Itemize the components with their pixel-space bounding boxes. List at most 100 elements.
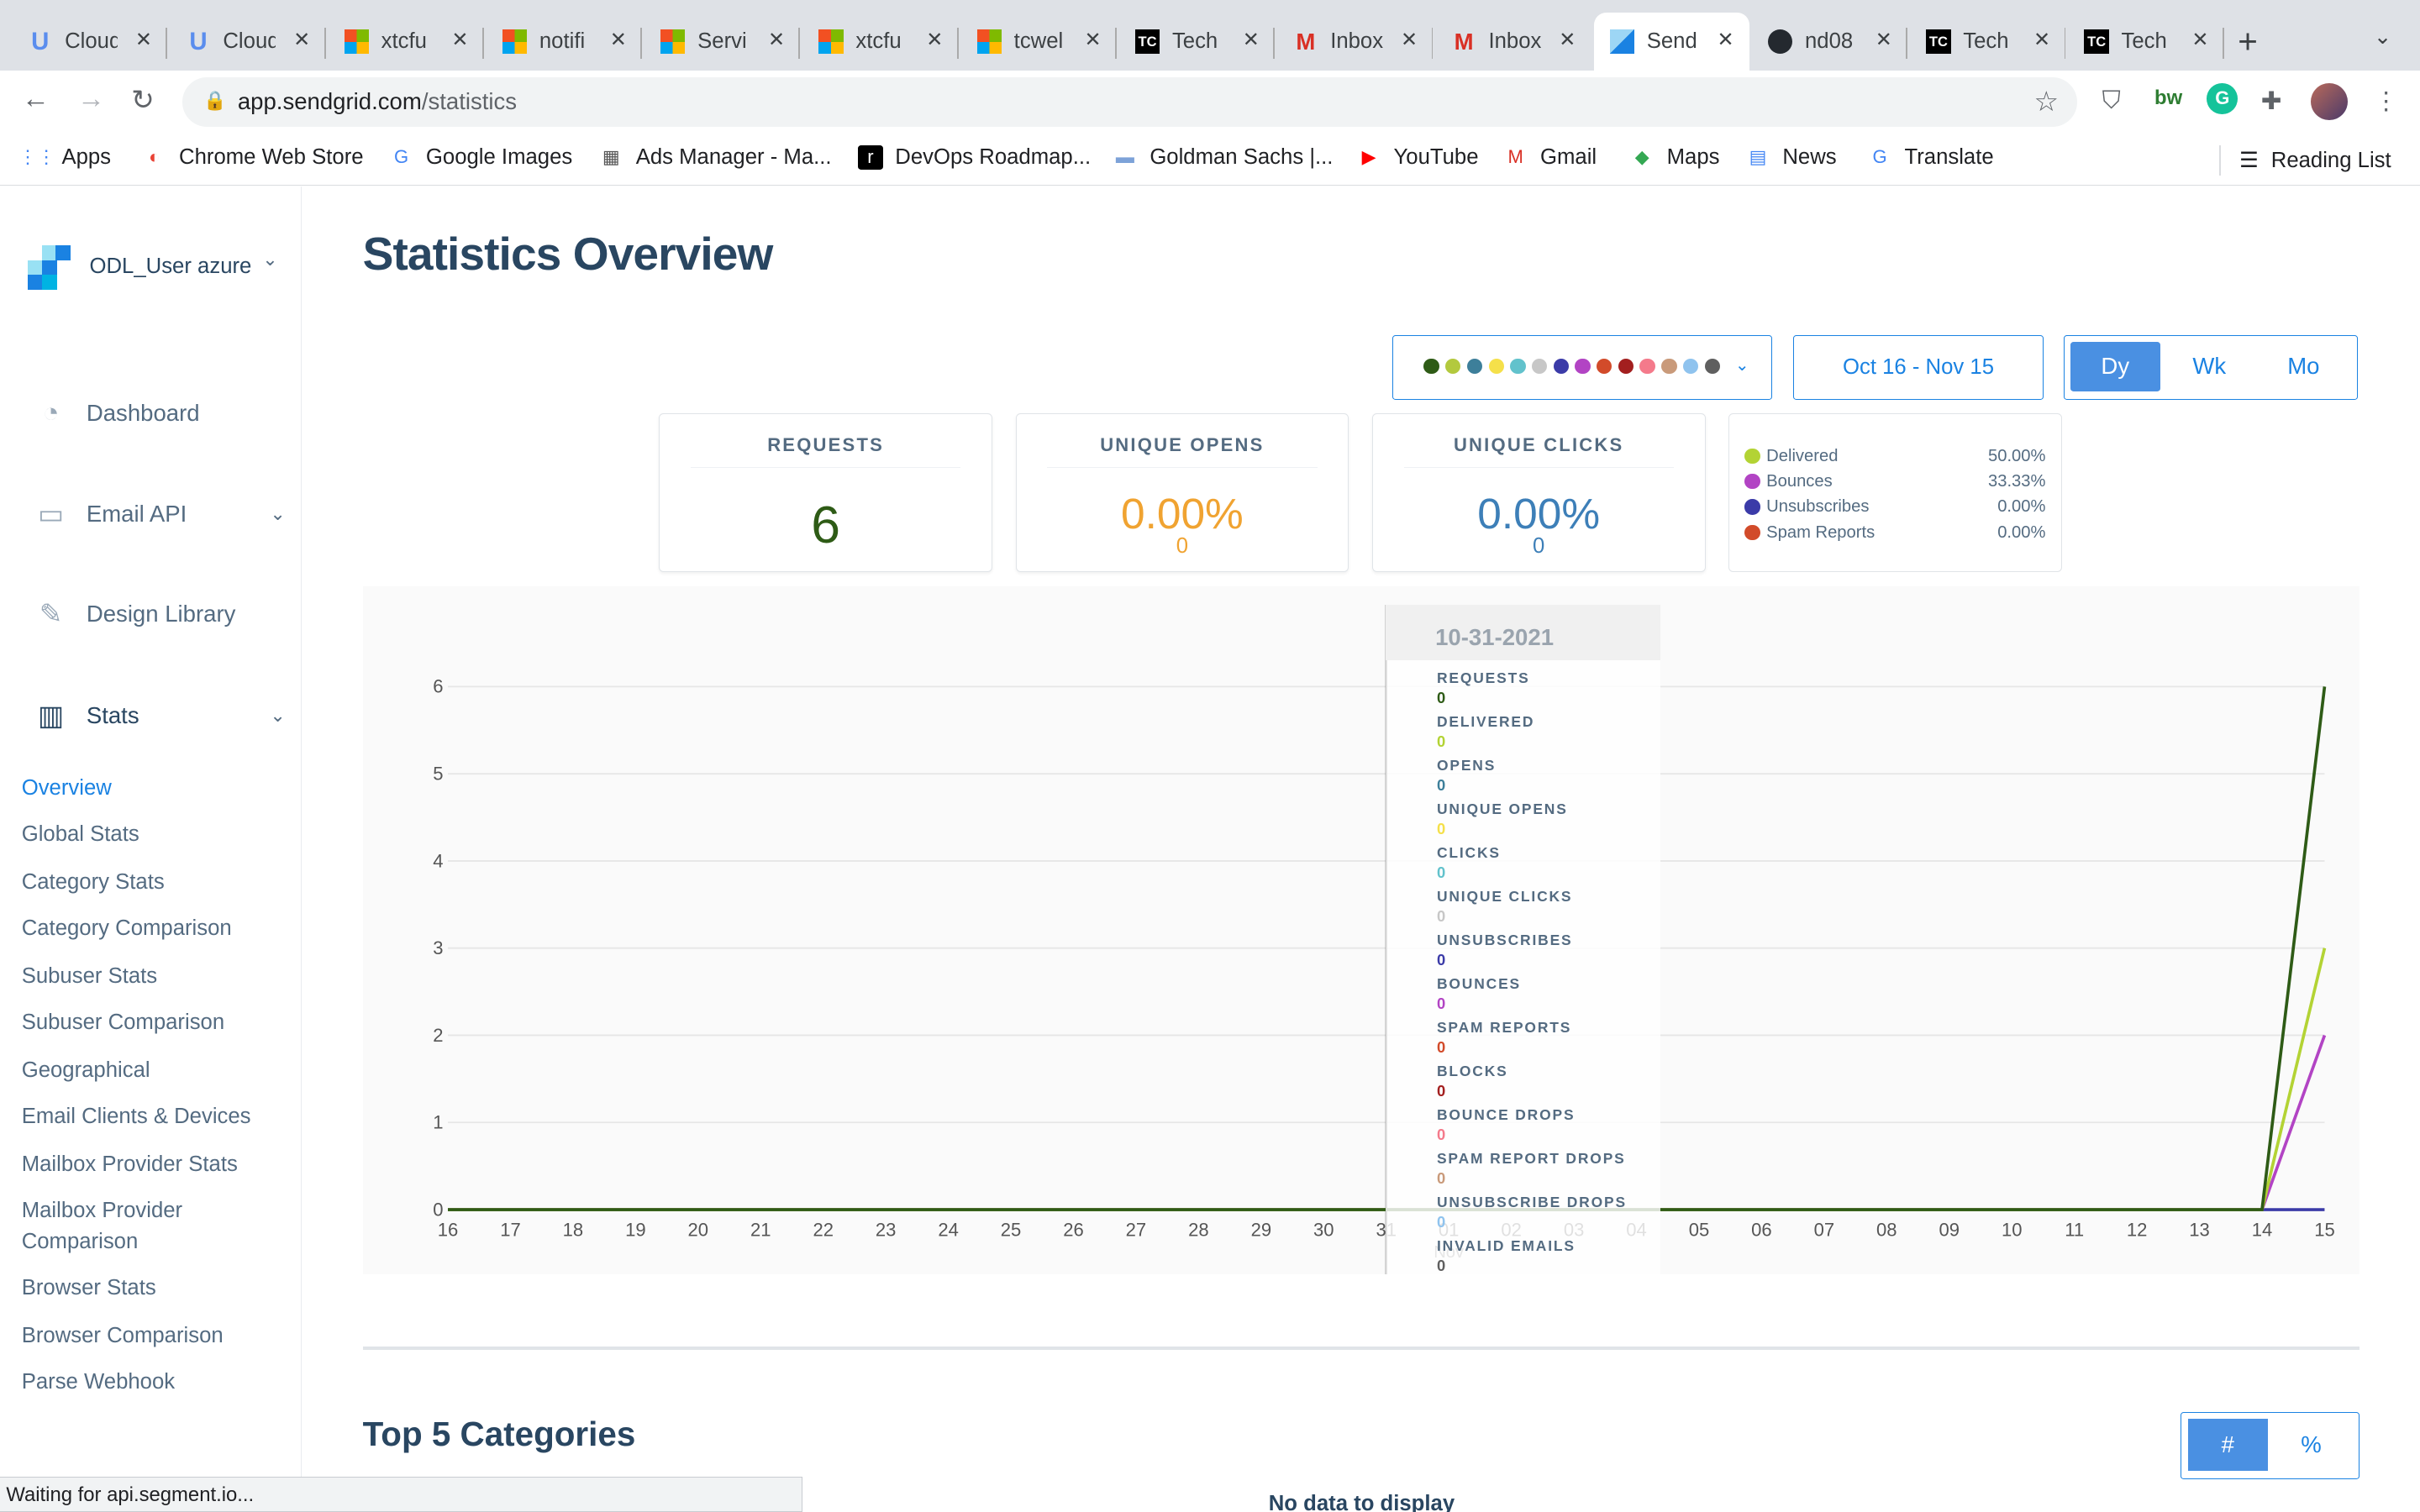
series-selector-dropdown[interactable]: ⌄	[1392, 334, 1772, 400]
back-icon[interactable]: ←	[22, 83, 50, 115]
stats-subnav-item[interactable]: Mailbox Provider Stats	[22, 1152, 238, 1177]
browser-tab[interactable]: M Inbox ✕	[1436, 13, 1591, 71]
aggregation-day-option[interactable]: Dy	[2070, 341, 2160, 391]
browser-tab[interactable]: xtcfu ✕	[329, 13, 484, 71]
browser-tab[interactable]: TC Tech ✕	[2069, 13, 2224, 71]
no-data-message: No data to display	[1268, 1492, 1455, 1512]
browser-tab[interactable]: U Cloud ✕	[171, 13, 326, 71]
close-tab-icon[interactable]: ✕	[293, 28, 310, 52]
reading-list[interactable]: ☰ Reading List	[2219, 144, 2391, 176]
tooltip-row: DELIVERED 0	[1437, 713, 1534, 751]
reading-list-icon: ☰	[2239, 149, 2260, 172]
stats-subnav-item[interactable]: Category Stats	[22, 870, 165, 895]
stats-subnav-item[interactable]: Category Comparison	[22, 916, 232, 941]
tooltip-value: 0	[1436, 819, 1446, 837]
tooltip-row: UNSUBSCRIBE DROPS 0	[1437, 1194, 1627, 1231]
gmail-favicon-icon: M	[1296, 28, 1316, 55]
browser-tab[interactable]: U Cloud ✕	[13, 13, 168, 71]
browser-tab[interactable]: TC Tech ✕	[1120, 13, 1276, 71]
address-bar[interactable]: 🔒 app.sendgrid.com/statistics ☆	[182, 76, 2078, 127]
browser-tab[interactable]: notifi ✕	[487, 13, 643, 71]
close-tab-icon[interactable]: ✕	[610, 28, 627, 52]
close-tab-icon[interactable]: ✕	[1718, 28, 1734, 52]
browser-tab[interactable]: TC Tech ✕	[1911, 13, 2066, 71]
tab-title: Tech	[1963, 29, 2009, 54]
count-option[interactable]: #	[2187, 1418, 2269, 1472]
new-tab-icon[interactable]: +	[2238, 22, 2258, 61]
shield-extension-icon[interactable]: ⛉	[2102, 87, 2121, 115]
close-tab-icon[interactable]: ✕	[926, 28, 943, 52]
browser-tab[interactable]: tcwel ✕	[961, 13, 1117, 71]
tab-title: Tech	[2121, 29, 2167, 54]
tooltip-value: 0	[1436, 1125, 1446, 1143]
y-tick-label: 1	[433, 1112, 443, 1133]
legend-dot	[1744, 499, 1760, 515]
nav-stats[interactable]: ▥ Stats ⌄	[31, 699, 286, 732]
nav-design-library[interactable]: ✎ Design Library	[31, 597, 236, 631]
reload-icon[interactable]: ↻	[131, 83, 155, 117]
chart-svg: 0123456161718192021222324252627282930310…	[433, 604, 2334, 1275]
date-range-picker[interactable]: Oct 16 - Nov 15	[1793, 334, 2044, 400]
browser-menu-icon[interactable]: ⋮	[2374, 87, 2398, 116]
close-tab-icon[interactable]: ✕	[1876, 28, 1892, 52]
bookmark-item[interactable]: M Gmail	[1503, 145, 1597, 170]
close-tab-icon[interactable]: ✕	[451, 28, 468, 52]
extensions-puzzle-icon[interactable]: ✚	[2261, 87, 2282, 116]
close-tab-icon[interactable]: ✕	[1084, 28, 1101, 52]
profile-avatar[interactable]	[2310, 83, 2348, 121]
close-tab-icon[interactable]: ✕	[135, 28, 152, 52]
browser-tab[interactable]: xtcfu ✕	[803, 13, 959, 71]
nav-dashboard[interactable]: ◔ Dashboard	[31, 396, 200, 430]
aggregation-week-option[interactable]: Wk	[2165, 342, 2254, 391]
percent-option[interactable]: %	[2271, 1419, 2352, 1471]
bookmark-item[interactable]: r DevOps Roadmap...	[858, 144, 1091, 171]
tab-search-chevron-icon[interactable]: ⌄	[2374, 24, 2392, 50]
bookmark-item[interactable]: ◆ Maps	[1630, 145, 1720, 170]
bw-extension-icon[interactable]: bw	[2154, 87, 2182, 110]
close-tab-icon[interactable]: ✕	[768, 28, 785, 52]
close-tab-icon[interactable]: ✕	[2033, 28, 2050, 52]
unique-opens-card: UNIQUE OPENS 0.00% 0	[1015, 413, 1349, 573]
x-tick-label: 06	[1751, 1219, 1772, 1240]
bookmark-item[interactable]: ▶ YouTube	[1356, 145, 1479, 170]
browser-tab[interactable]: nd08 ✕	[1753, 13, 1908, 71]
stats-subnav-item: Comparison	[21, 1229, 139, 1253]
bookmark-star-icon[interactable]: ☆	[2034, 85, 2060, 118]
nav-email-api[interactable]: ▭ Email API ⌄	[31, 496, 286, 530]
bookmark-item[interactable]: G Google Images	[389, 145, 572, 170]
bookmark-item[interactable]: ▬ Goldman Sachs |...	[1113, 145, 1334, 170]
bookmark-item[interactable]: ◐ Chrome Web Store	[142, 145, 364, 170]
forward-icon[interactable]: →	[77, 83, 105, 115]
browser-tab[interactable]: M Inbox ✕	[1278, 13, 1434, 71]
stats-subnav-item[interactable]: Browser Stats	[22, 1276, 156, 1300]
stats-subnav-item[interactable]: Geographical	[22, 1058, 150, 1083]
bookmark-item[interactable]: G Translate	[1867, 145, 1994, 170]
stats-subnav-item[interactable]: Overview	[22, 776, 112, 801]
stats-subnav-item[interactable]: Subuser Stats	[22, 964, 157, 989]
stats-subnav-item[interactable]: Email Clients & Devices	[22, 1105, 251, 1129]
tooltip-label: UNIQUE OPENS	[1436, 801, 1568, 818]
stats-subnav-item[interactable]: Global Stats	[22, 822, 139, 847]
account-switcher[interactable]: ODL_User azure ⌄	[28, 245, 278, 291]
stats-subnav-item[interactable]: Subuser Comparison	[22, 1011, 224, 1035]
stats-subnav-item[interactable]: Parse Webhook	[22, 1370, 175, 1394]
grammarly-icon[interactable]: G	[2207, 83, 2238, 114]
close-tab-icon[interactable]: ✕	[1559, 28, 1576, 52]
aggregation-month-option[interactable]: Mo	[2259, 342, 2349, 391]
lock-icon[interactable]: 🔒	[203, 90, 226, 112]
close-tab-icon[interactable]: ✕	[1401, 28, 1418, 52]
browser-tab[interactable]: Send ✕	[1594, 12, 1749, 71]
gmail-icon: M	[1507, 146, 1523, 168]
bookmark-item[interactable]: ▦ Ads Manager - Ma...	[599, 145, 832, 170]
url-text[interactable]: app.sendgrid.com/statistics	[238, 88, 517, 115]
bookmark-item[interactable]: ▤ News	[1745, 145, 1837, 170]
bookmark-item[interactable]: ⋮⋮ Apps	[18, 145, 111, 170]
browser-tab[interactable]: Servi ✕	[645, 13, 801, 71]
stats-subnav-item[interactable]: Mailbox Provider	[22, 1199, 182, 1223]
close-tab-icon[interactable]: ✕	[2191, 28, 2208, 52]
close-tab-icon[interactable]: ✕	[1243, 28, 1260, 52]
series-color-dot	[1445, 359, 1461, 375]
nav-design-library-label: Design Library	[86, 600, 236, 627]
section-divider	[362, 1347, 2360, 1351]
stats-subnav-item[interactable]: Browser Comparison	[22, 1324, 224, 1348]
